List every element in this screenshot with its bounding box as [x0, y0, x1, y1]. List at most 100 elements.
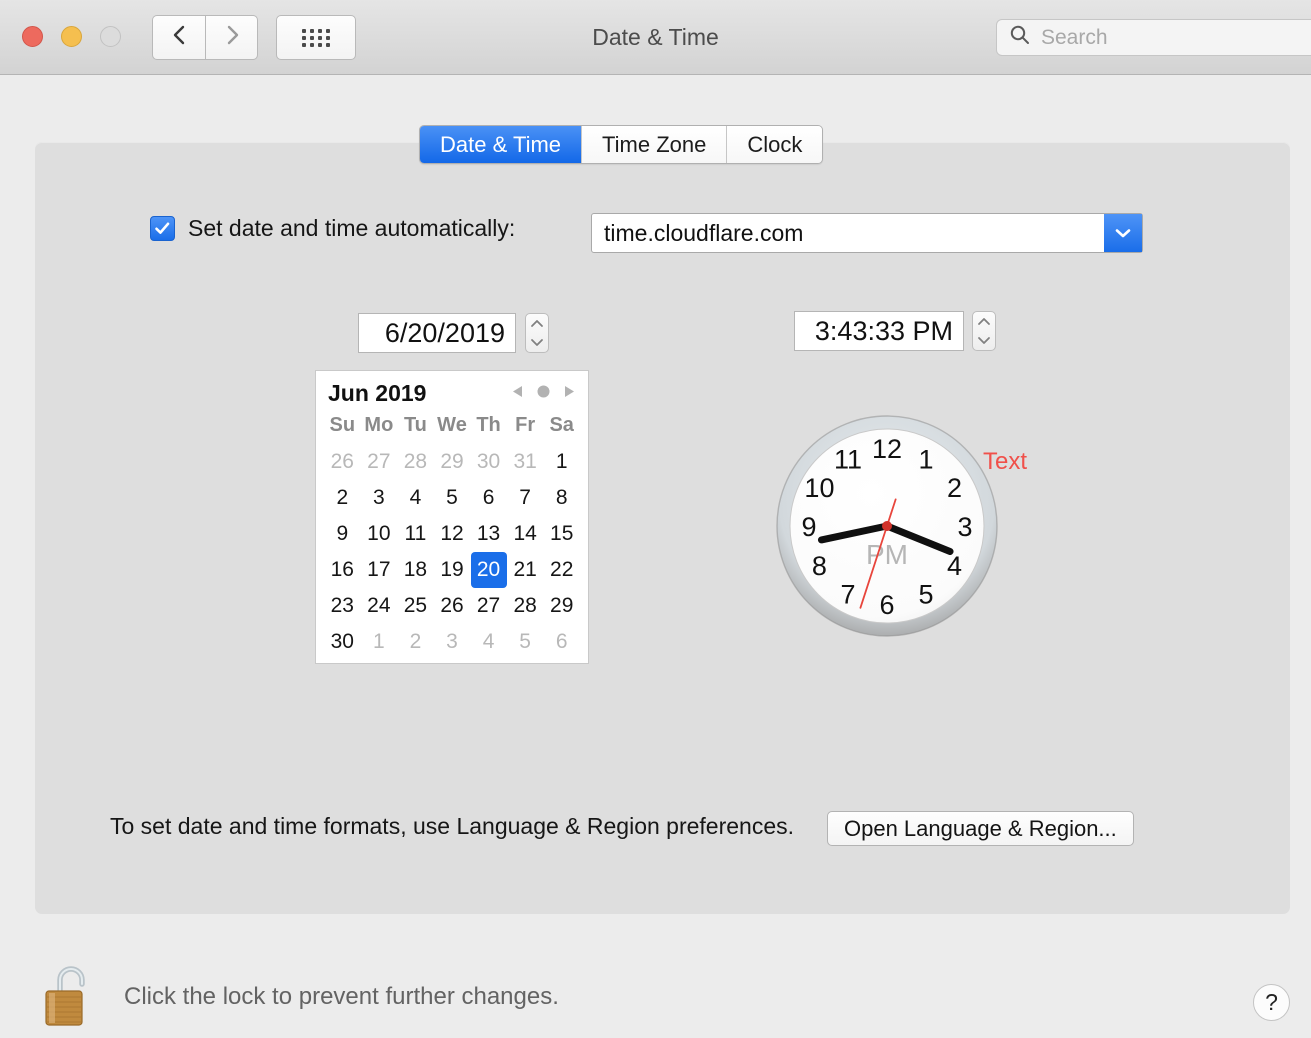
chevron-down-icon — [1115, 229, 1131, 238]
clock-numeral-5: 5 — [918, 580, 933, 610]
calendar-weekday-we: We — [437, 414, 467, 436]
clock-numeral-12: 12 — [872, 434, 902, 464]
time-server-value: time.cloudflare.com — [604, 219, 804, 246]
calendar-day-selected[interactable]: 20 — [470, 552, 507, 588]
set-automatically-checkbox[interactable] — [150, 216, 175, 241]
triangle-right-icon[interactable] — [563, 384, 576, 404]
calendar-day[interactable]: 5 — [434, 480, 471, 516]
open-language-region-button[interactable]: Open Language & Region... — [827, 811, 1134, 846]
calendar-day[interactable]: 30 — [324, 624, 361, 660]
search-field[interactable] — [996, 19, 1311, 56]
calendar-day[interactable]: 18 — [397, 552, 434, 588]
preferences-panel — [35, 142, 1290, 914]
calendar-day[interactable]: 9 — [324, 516, 361, 552]
time-server-combobox[interactable]: time.cloudflare.com — [591, 213, 1143, 253]
calendar-day[interactable]: 29 — [434, 444, 471, 480]
clock-numeral-3: 3 — [957, 512, 972, 542]
calendar-day[interactable]: 19 — [434, 552, 471, 588]
calendar-day[interactable]: 30 — [470, 444, 507, 480]
date-picker-calendar[interactable]: Jun 2019 Su Mo Tu We Th Fr Sa 26 27 28 29 30 31 1 2 3 4 5… — [315, 370, 589, 664]
set-automatically-row: Set date and time automatically: — [150, 215, 515, 242]
calendar-nav — [511, 384, 576, 404]
time-stepper[interactable] — [972, 311, 996, 351]
calendar-day[interactable]: 3 — [361, 480, 398, 516]
calendar-header: Jun 2019 — [316, 371, 588, 410]
calendar-day[interactable]: 3 — [434, 624, 471, 660]
clock-numeral-2: 2 — [947, 473, 962, 503]
calendar-day[interactable]: 1 — [543, 444, 580, 480]
calendar-day[interactable]: 2 — [397, 624, 434, 660]
calendar-day[interactable]: 4 — [397, 480, 434, 516]
time-input[interactable]: 3:43:33 PM — [794, 311, 964, 351]
tab-date-time[interactable]: Date & Time — [420, 126, 583, 163]
checkmark-icon — [155, 222, 170, 234]
date-input[interactable]: 6/20/2019 — [358, 313, 516, 353]
clock-numeral-4: 4 — [947, 551, 962, 581]
window-toolbar: Date & Time — [0, 0, 1311, 75]
calendar-day[interactable]: 22 — [543, 552, 580, 588]
calendar-day[interactable]: 8 — [543, 480, 580, 516]
calendar-weekday-sa: Sa — [549, 414, 574, 436]
tab-time-zone[interactable]: Time Zone — [582, 126, 728, 163]
unlocked-padlock-icon[interactable] — [40, 960, 98, 1033]
search-icon — [1009, 24, 1031, 51]
triangle-left-icon[interactable] — [511, 384, 524, 404]
calendar-weekday-fr: Fr — [515, 414, 536, 436]
calendar-day[interactable]: 24 — [361, 588, 398, 624]
clock-numeral-8: 8 — [812, 551, 827, 581]
calendar-day[interactable]: 2 — [324, 480, 361, 516]
calendar-day[interactable]: 6 — [470, 480, 507, 516]
search-input[interactable] — [1041, 25, 1291, 50]
clock-numeral-9: 9 — [801, 512, 816, 542]
chevron-down-icon — [978, 337, 990, 344]
calendar-day[interactable]: 28 — [507, 588, 544, 624]
calendar-weekday-mo: Mo — [364, 414, 394, 436]
chevron-up-icon — [978, 318, 990, 325]
clock-numeral-7: 7 — [840, 580, 855, 610]
circle-icon[interactable] — [536, 384, 551, 404]
clock-numeral-10: 10 — [804, 473, 834, 503]
clock-numeral-11: 11 — [834, 444, 862, 474]
lock-label: Click the lock to prevent further change… — [124, 982, 559, 1010]
calendar-day[interactable]: 6 — [543, 624, 580, 660]
calendar-day[interactable]: 17 — [361, 552, 398, 588]
calendar-day[interactable]: 15 — [543, 516, 580, 552]
calendar-day[interactable]: 7 — [507, 480, 544, 516]
help-button[interactable]: ? — [1253, 984, 1290, 1021]
chevron-up-icon — [531, 320, 543, 327]
calendar-day[interactable]: 1 — [361, 624, 398, 660]
tab-bar: Date & Time Time Zone Clock — [419, 125, 824, 164]
calendar-day[interactable]: 26 — [324, 444, 361, 480]
calendar-day[interactable]: 12 — [434, 516, 471, 552]
chevron-down-icon — [531, 339, 543, 346]
calendar-day[interactable]: 10 — [361, 516, 398, 552]
calendar-month-label: Jun 2019 — [328, 380, 427, 406]
clock-numeral-1: 1 — [918, 444, 933, 474]
calendar-day[interactable]: 28 — [397, 444, 434, 480]
set-automatically-label: Set date and time automatically: — [188, 215, 516, 241]
calendar-weekday-tu: Tu — [403, 414, 427, 436]
calendar-day[interactable]: 29 — [543, 588, 580, 624]
calendar-day[interactable]: 25 — [397, 588, 434, 624]
calendar-day[interactable]: 11 — [397, 516, 434, 552]
calendar-day[interactable]: 5 — [507, 624, 544, 660]
formats-note: To set date and time formats, use Langua… — [110, 813, 795, 839]
calendar-day[interactable]: 27 — [470, 588, 507, 624]
calendar-day[interactable]: 16 — [324, 552, 361, 588]
time-server-dropdown-button[interactable] — [1104, 214, 1142, 252]
clock-center-cap — [882, 521, 892, 531]
calendar-weekday-th: Th — [476, 414, 501, 436]
tab-clock[interactable]: Clock — [727, 126, 823, 163]
calendar-day[interactable]: 27 — [361, 444, 398, 480]
date-stepper[interactable] — [525, 313, 549, 353]
clock-meridiem-label: PM — [866, 539, 908, 570]
lock-row: Click the lock to prevent further change… — [40, 960, 559, 1033]
calendar-day[interactable]: 23 — [324, 588, 361, 624]
calendar-day[interactable]: 21 — [507, 552, 544, 588]
calendar-day[interactable]: 13 — [470, 516, 507, 552]
calendar-grid: Su Mo Tu We Th Fr Sa 26 27 28 29 30 31 1 2 3 4 5 6 7 8 9 10 11 1… — [316, 410, 588, 660]
calendar-day[interactable]: 31 — [507, 444, 544, 480]
calendar-day[interactable]: 4 — [470, 624, 507, 660]
calendar-day[interactable]: 14 — [507, 516, 544, 552]
calendar-day[interactable]: 26 — [434, 588, 471, 624]
